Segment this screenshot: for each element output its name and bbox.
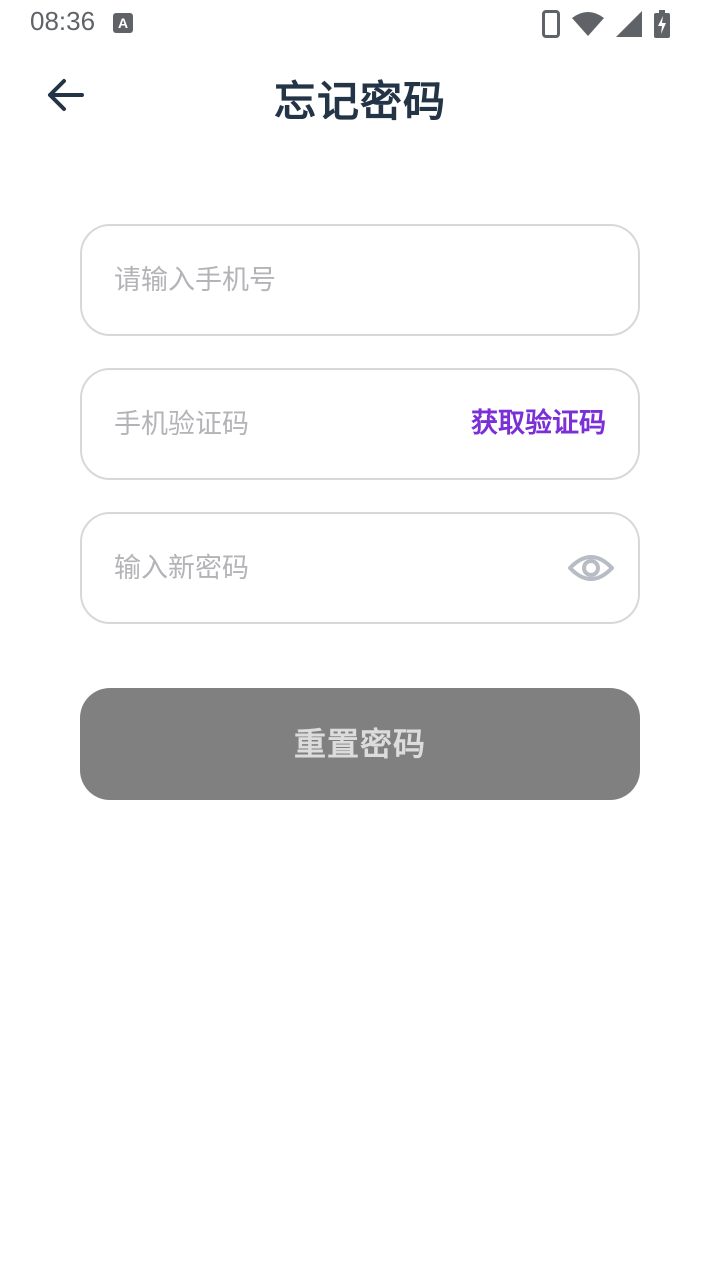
wifi-icon [572, 12, 604, 36]
status-icons [542, 8, 670, 40]
get-code-button[interactable]: 获取验证码 [471, 370, 606, 478]
header: 忘记密码 [0, 48, 720, 148]
new-password-input[interactable] [114, 514, 544, 622]
battery-charging-icon [654, 10, 670, 38]
password-visibility-toggle[interactable] [568, 548, 614, 588]
phone-icon [542, 10, 560, 38]
status-bar: 08:36 A [0, 0, 720, 48]
reset-password-button[interactable]: 重置密码 [80, 688, 640, 800]
notification-icon: A [113, 13, 133, 33]
new-password-field [80, 512, 640, 624]
page-title: 忘记密码 [273, 77, 446, 126]
signal-icon [616, 11, 642, 37]
verification-code-input[interactable] [114, 370, 434, 478]
phone-field [80, 224, 640, 336]
phone-input[interactable] [114, 226, 604, 334]
status-time: 08:36 [30, 6, 96, 36]
eye-icon [568, 555, 614, 581]
verification-code-field: 获取验证码 [80, 368, 640, 480]
